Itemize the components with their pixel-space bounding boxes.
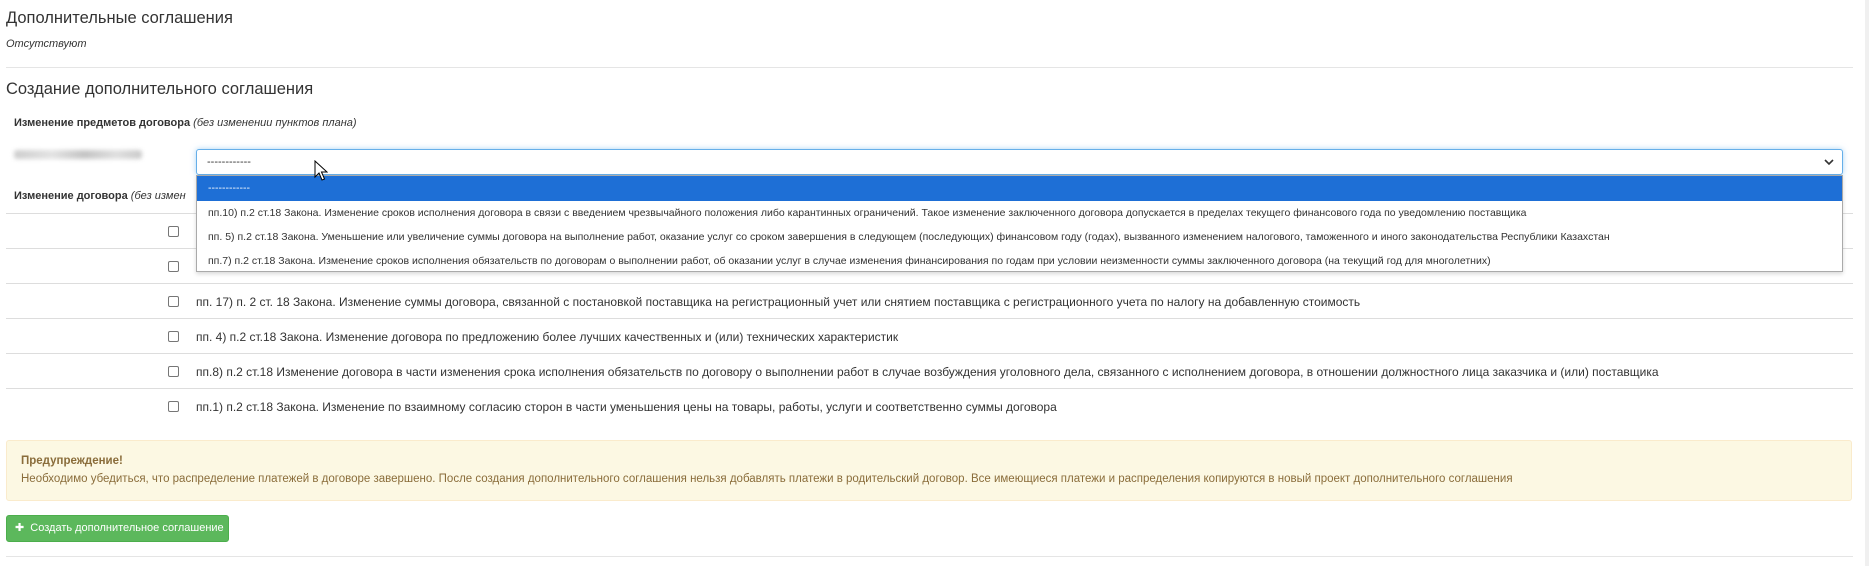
row-checkbox[interactable] — [168, 261, 179, 272]
blurred-field-label — [14, 150, 142, 159]
reason-dropdown-list: ------------ пп.10) п.2 ст.18 Закона. Из… — [196, 175, 1843, 272]
create-agreement-button[interactable]: ✚ Создать дополнительное соглашение — [6, 515, 229, 542]
table-row: пп.8) п.2 ст.18 Изменение договора в час… — [6, 353, 1853, 389]
reason-select[interactable]: ------------ — [196, 149, 1843, 175]
contract-change-label-text: Изменение договора — [14, 190, 128, 202]
row-label: пп. 4) п.2 ст.18 Закона. Изменение догов… — [196, 330, 899, 344]
supplementary-agreements-title: Дополнительные соглашения — [6, 9, 233, 27]
warning-alert-body: Необходимо убедиться, что распределение … — [21, 473, 1513, 485]
plus-icon: ✚ — [15, 522, 25, 534]
row-label: пп.8) п.2 ст.18 Изменение договора в час… — [196, 365, 1659, 379]
table-row: пп. 17) п. 2 ст. 18 Закона. Изменение су… — [6, 283, 1853, 319]
page-scrollbar[interactable] — [1865, 0, 1869, 566]
warning-alert-title: Предупреждение! — [21, 455, 123, 467]
contract-change-note: (без измен — [130, 190, 186, 202]
row-checkbox[interactable] — [168, 331, 179, 342]
row-checkbox[interactable] — [168, 226, 179, 237]
divider — [6, 67, 1853, 68]
mouse-cursor-icon — [314, 160, 328, 181]
create-agreement-button-label: Создать дополнительное соглашение — [30, 522, 224, 534]
reason-select-value: ------------ — [207, 156, 251, 168]
row-label: пп. 17) п. 2 ст. 18 Закона. Изменение су… — [196, 295, 1361, 309]
warning-alert: Предупреждение! Необходимо убедиться, чт… — [6, 440, 1852, 501]
create-agreement-title: Создание дополнительного соглашения — [6, 80, 314, 98]
dropdown-option[interactable]: пп.10) п.2 ст.18 Закона. Изменение сроко… — [197, 201, 1842, 225]
contract-change-label: Изменение договора (без измен — [14, 190, 186, 202]
row-checkbox[interactable] — [168, 366, 179, 377]
row-checkbox[interactable] — [168, 296, 179, 307]
subjects-change-note: (без изменении пунктов плана) — [193, 117, 357, 129]
bottom-divider — [6, 556, 1853, 557]
supplementary-agreements-status: Отсутствуют — [6, 38, 87, 50]
dropdown-option[interactable]: пп.7) п.2 ст.18 Закона. Изменение сроков… — [197, 249, 1842, 273]
dropdown-option[interactable]: ------------ — [197, 176, 1842, 201]
dropdown-option[interactable]: пп. 5) п.2 ст.18 Закона. Уменьшение или … — [197, 225, 1842, 249]
table-row: пп. 4) п.2 ст.18 Закона. Изменение догов… — [6, 318, 1853, 354]
subjects-change-label-text: Изменение предметов договора — [14, 117, 191, 129]
subjects-change-label: Изменение предметов договора (без измене… — [14, 117, 357, 129]
table-row: пп.1) п.2 ст.18 Закона. Изменение по вза… — [6, 388, 1853, 424]
row-label: пп.1) п.2 ст.18 Закона. Изменение по вза… — [196, 400, 1057, 414]
row-checkbox[interactable] — [168, 401, 179, 412]
